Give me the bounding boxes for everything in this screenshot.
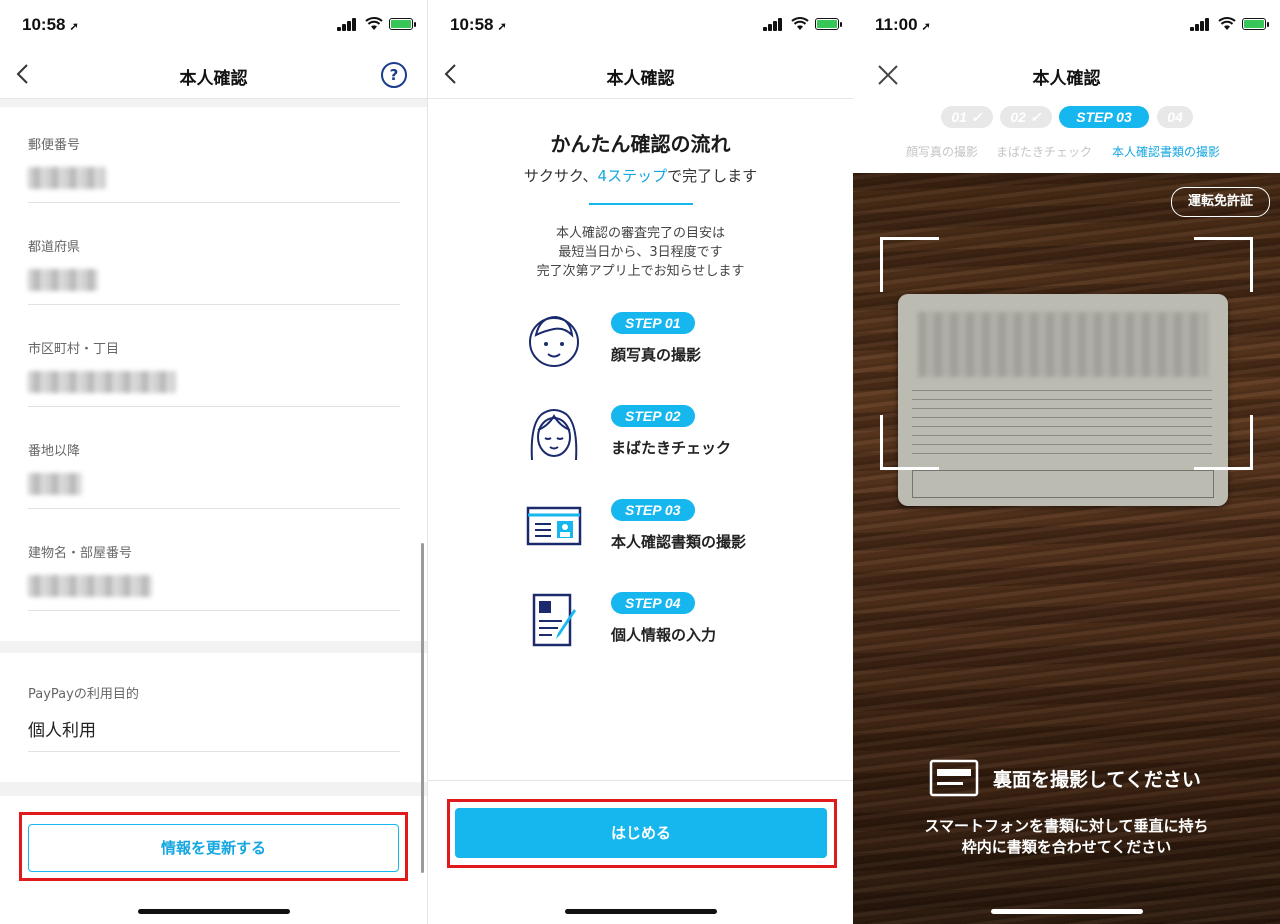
cellular-signal-icon bbox=[763, 18, 783, 31]
postal-code-field[interactable]: 郵便番号 bbox=[28, 134, 400, 203]
document-type-badge[interactable]: 運転免許証 bbox=[1170, 187, 1270, 217]
step-label: 本人確認書類の撮影 bbox=[611, 533, 747, 551]
step-chip-1: 01 ✓ bbox=[941, 106, 993, 128]
field-label: PayPayの利用目的 bbox=[28, 687, 139, 702]
usage-purpose-field[interactable]: PayPayの利用目的 個人利用 bbox=[28, 683, 400, 752]
card-back-icon bbox=[929, 759, 979, 797]
step-badge: STEP 02 bbox=[611, 405, 695, 427]
location-arrow-icon: ➚ bbox=[921, 21, 931, 33]
frame-corner-bl bbox=[880, 415, 939, 470]
step-label-2: まばたきチェック bbox=[996, 145, 1093, 159]
start-button[interactable]: はじめる bbox=[455, 808, 827, 858]
street-address-field[interactable]: 番地以降 bbox=[28, 440, 400, 509]
step-badge: STEP 04 bbox=[611, 592, 695, 614]
cellular-signal-icon bbox=[337, 18, 357, 31]
scrollbar[interactable] bbox=[421, 543, 424, 873]
field-label: 都道府県 bbox=[28, 240, 81, 255]
frame-corner-tl bbox=[880, 237, 939, 292]
status-bar: 10:58 ➚ bbox=[428, 0, 853, 50]
step-badge: STEP 01 bbox=[611, 312, 695, 334]
capture-instruction-text: スマートフォンを書類に対して垂直に持ち 枠内に書類を合わせてください bbox=[924, 817, 1209, 856]
home-indicator bbox=[137, 909, 290, 914]
home-indicator bbox=[564, 909, 717, 914]
update-info-button[interactable]: 情報を更新する bbox=[28, 824, 399, 872]
location-arrow-icon: ➚ bbox=[69, 21, 79, 33]
status-time: 10:58 ➚ bbox=[22, 15, 79, 34]
redacted-value bbox=[28, 371, 176, 393]
step-item: STEP 03 本人確認書類の撮影 bbox=[524, 498, 784, 558]
review-time-info: 本人確認の審査完了の目安は 最短当日から、3日程度です 完了次第アプリ上でお知らせし… bbox=[536, 226, 745, 279]
footer-divider bbox=[428, 780, 853, 781]
step-label-1: 顔写真の撮影 bbox=[906, 145, 979, 159]
status-time: 10:58 ➚ bbox=[450, 15, 507, 34]
flow-heading: かんたん確認の流れ bbox=[550, 132, 731, 156]
section-divider bbox=[0, 99, 427, 107]
id-card-icon bbox=[526, 506, 582, 546]
step-chip-2: 02 ✓ bbox=[1000, 106, 1052, 128]
form-pen-icon bbox=[532, 593, 576, 647]
cellular-signal-icon bbox=[1190, 18, 1210, 31]
step-chip-3: STEP 03 bbox=[1059, 106, 1149, 128]
status-bar: 11:00 ➚ bbox=[853, 0, 1280, 50]
address-edit-screen: 10:58 ➚ 本人確認 ? 郵便番号 都道府県 市区町村・丁目 番地以降 建物名… bbox=[0, 0, 427, 924]
home-indicator bbox=[990, 909, 1143, 914]
field-label: 番地以降 bbox=[28, 444, 81, 459]
capture-instruction-title: 裏面を撮影してください bbox=[993, 769, 1201, 791]
section-divider bbox=[0, 782, 427, 796]
step-progress: 01 ✓ 02 ✓ STEP 03 04 bbox=[853, 106, 1280, 128]
document-capture-screen: 11:00 ➚ 本人確認 01 ✓ 02 ✓ STEP 03 04 顔写真の撮影 … bbox=[853, 0, 1280, 924]
camera-viewfinder: 裏面を撮影してください スマートフォンを書類に対して垂直に持ち 枠内に書類を合わせ… bbox=[853, 173, 1280, 924]
frame-corner-tr bbox=[1194, 237, 1253, 292]
redacted-value bbox=[28, 473, 82, 495]
face-icon bbox=[529, 315, 579, 367]
status-time: 11:00 ➚ bbox=[875, 15, 931, 34]
step-badge: STEP 03 bbox=[611, 499, 695, 521]
step-label: 顔写真の撮影 bbox=[611, 346, 702, 364]
battery-charging-icon bbox=[1242, 18, 1269, 30]
woman-face-icon bbox=[530, 409, 578, 461]
wifi-icon bbox=[365, 17, 383, 30]
step-chip-4: 04 bbox=[1157, 106, 1193, 128]
city-field[interactable]: 市区町村・丁目 bbox=[28, 338, 400, 407]
step-label-3: 本人確認書類の撮影 bbox=[1112, 145, 1221, 159]
field-label: 建物名・部屋番号 bbox=[28, 546, 133, 561]
page-title: 本人確認 bbox=[606, 69, 675, 89]
verification-flow-screen: 10:58 ➚ 本人確認 かんたん確認の流れ サクサク、4ステップで完了します 本… bbox=[427, 0, 853, 924]
frame-corner-br bbox=[1194, 415, 1253, 470]
help-icon[interactable]: ? bbox=[381, 62, 407, 88]
section-divider bbox=[0, 641, 427, 653]
step-label: まばたきチェック bbox=[611, 439, 732, 457]
page-title: 本人確認 bbox=[1032, 69, 1101, 89]
field-label: 郵便番号 bbox=[28, 138, 81, 153]
redacted-value bbox=[28, 269, 98, 291]
battery-charging-icon bbox=[389, 18, 416, 30]
step-item: STEP 01 顔写真の撮影 bbox=[524, 311, 784, 371]
field-label: 市区町村・丁目 bbox=[28, 342, 120, 357]
redacted-value bbox=[28, 167, 106, 189]
usage-purpose-value: 個人利用 bbox=[28, 721, 96, 741]
wifi-icon bbox=[791, 17, 809, 30]
nav-bar: 本人確認 bbox=[428, 52, 853, 99]
battery-charging-icon bbox=[815, 18, 842, 30]
flow-subtitle: サクサク、4ステップで完了します bbox=[523, 167, 758, 185]
step-label: 個人情報の入力 bbox=[611, 626, 717, 644]
redacted-value bbox=[28, 575, 152, 597]
prefecture-field[interactable]: 都道府県 bbox=[28, 236, 400, 305]
building-field[interactable]: 建物名・部屋番号 bbox=[28, 542, 400, 611]
step-item: STEP 04 個人情報の入力 bbox=[524, 591, 784, 651]
location-arrow-icon: ➚ bbox=[497, 21, 507, 33]
status-bar: 10:58 ➚ bbox=[0, 0, 427, 50]
page-title: 本人確認 bbox=[179, 69, 248, 89]
wifi-icon bbox=[1218, 17, 1236, 30]
nav-bar: 本人確認 ? bbox=[0, 52, 427, 99]
step-item: STEP 02 まばたきチェック bbox=[524, 404, 784, 464]
accent-divider bbox=[589, 203, 693, 205]
